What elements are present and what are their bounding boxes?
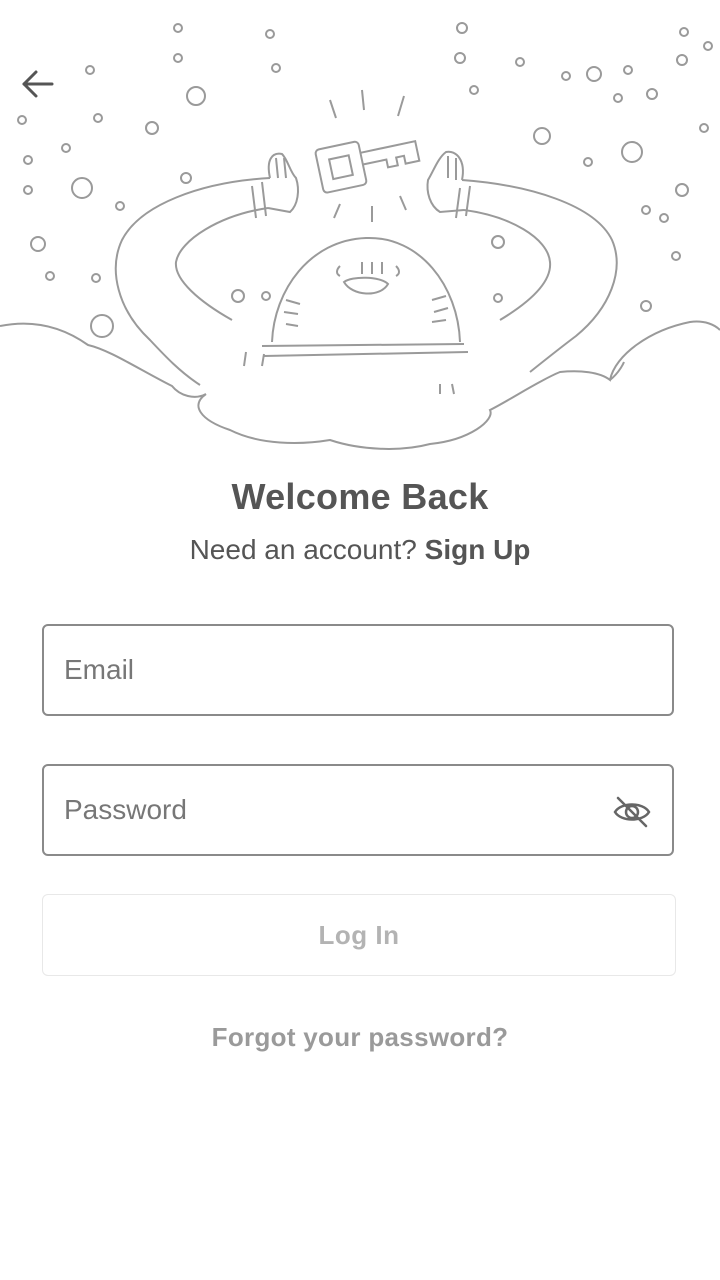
page-title: Welcome Back bbox=[231, 476, 489, 517]
password-field[interactable] bbox=[44, 766, 672, 854]
password-field-container bbox=[42, 764, 674, 856]
signup-prompt: Need an account? Sign Up bbox=[0, 534, 720, 566]
login-button[interactable]: Log In bbox=[42, 894, 676, 976]
hero-illustration bbox=[0, 0, 720, 460]
back-button[interactable] bbox=[18, 66, 70, 118]
signup-prompt-text: Need an account? bbox=[189, 534, 417, 565]
email-field[interactable] bbox=[44, 626, 672, 714]
arrow-left-icon bbox=[22, 70, 54, 98]
character-holding-key-illustration bbox=[0, 22, 720, 450]
password-visibility-toggle[interactable] bbox=[612, 794, 652, 830]
signup-link[interactable]: Sign Up bbox=[425, 534, 531, 565]
forgot-password-link[interactable]: Forgot your password? bbox=[0, 1022, 720, 1053]
eye-off-icon bbox=[613, 796, 651, 828]
email-field-container bbox=[42, 624, 674, 716]
